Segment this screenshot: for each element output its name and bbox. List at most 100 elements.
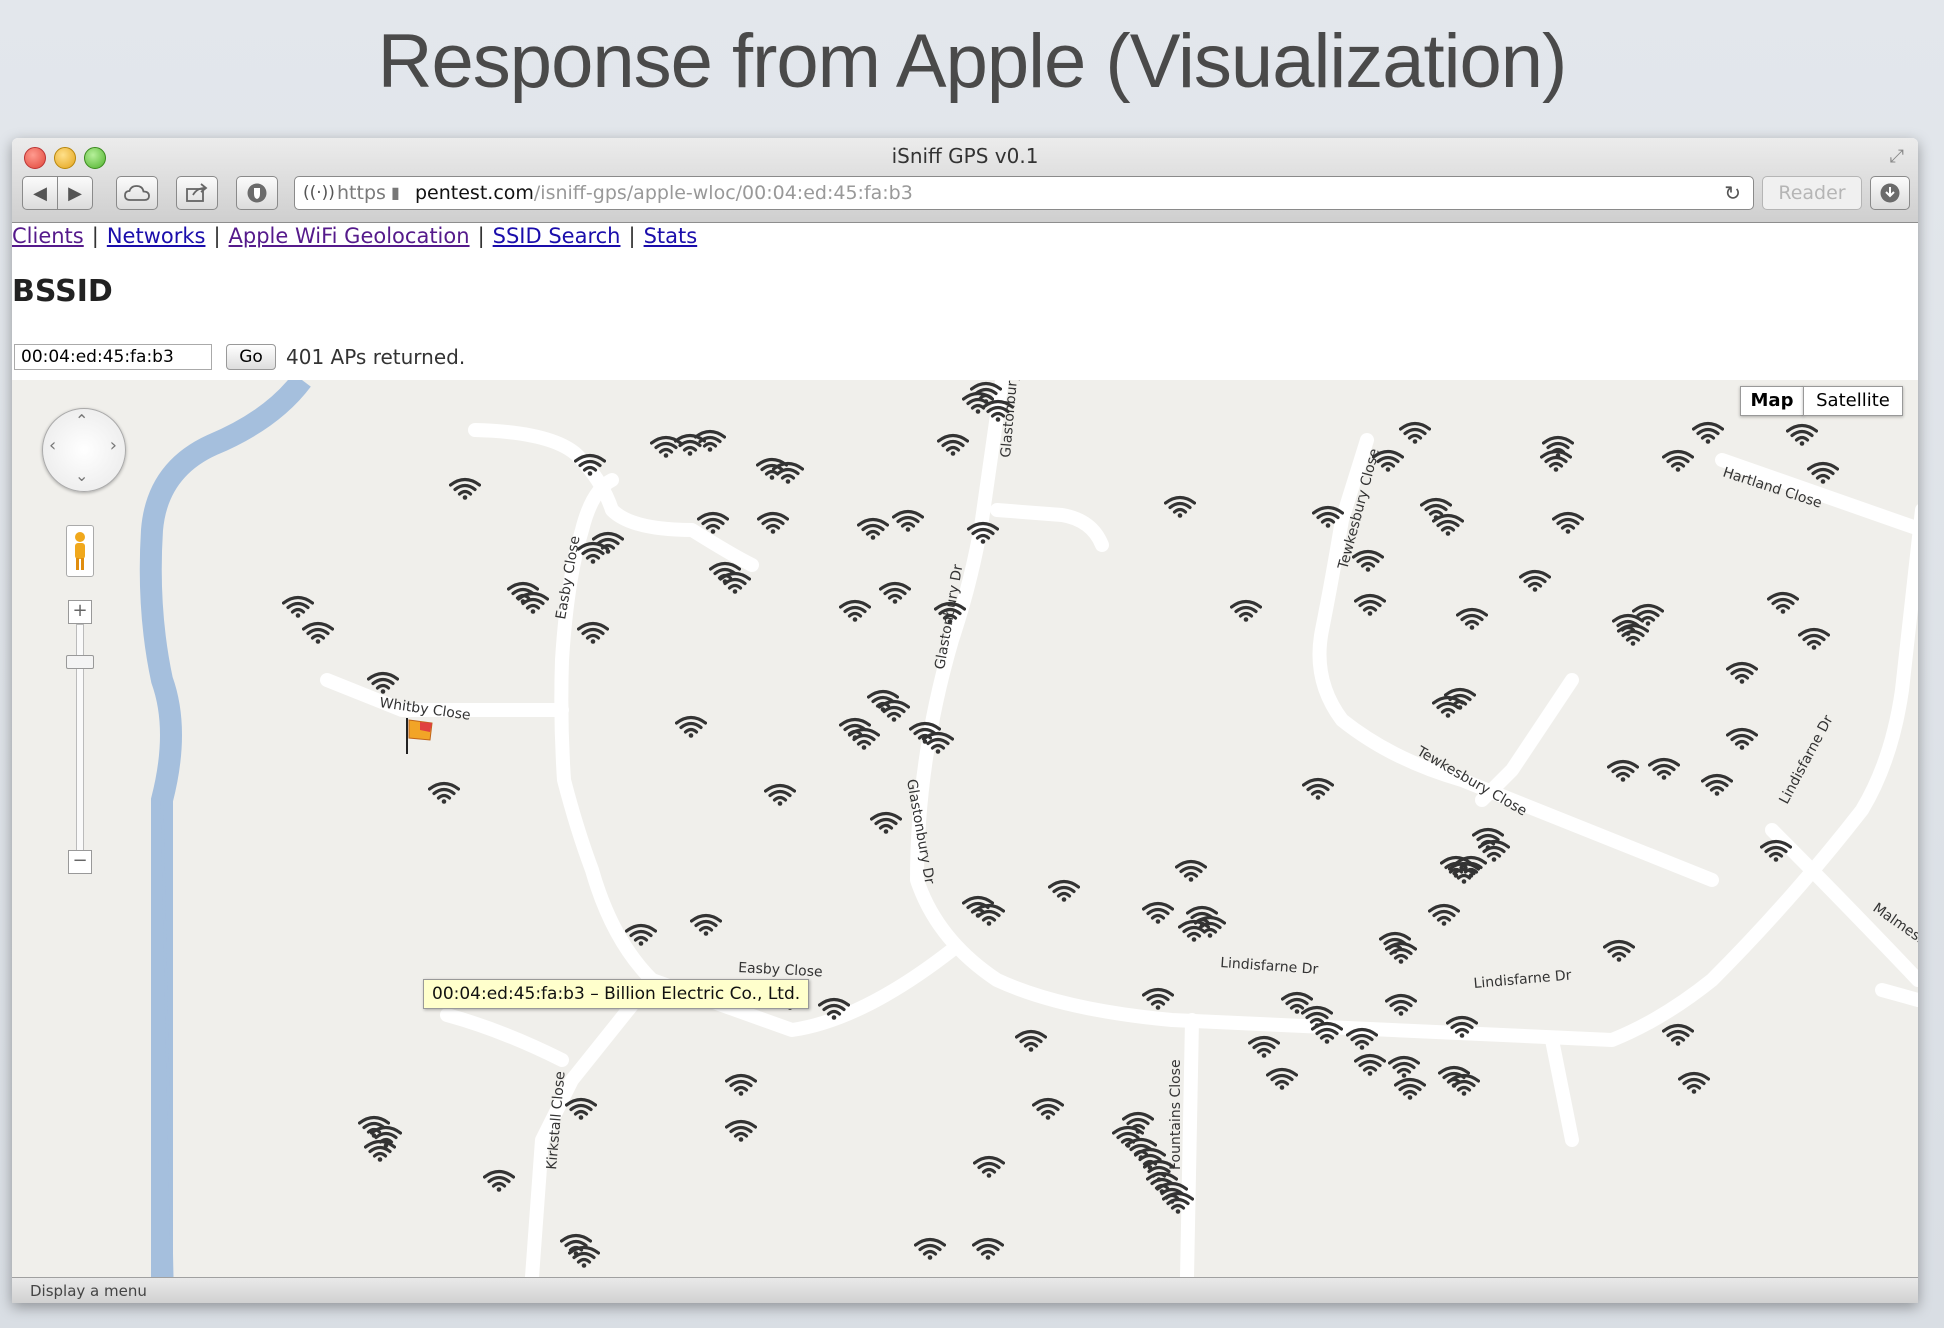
selected-ap-flag-icon[interactable] (406, 718, 433, 754)
wifi-ap-icon[interactable] (870, 811, 902, 834)
wifi-ap-icon[interactable] (428, 781, 460, 804)
wifi-ap-icon[interactable] (1175, 859, 1207, 882)
wifi-ap-icon[interactable] (1607, 759, 1639, 782)
wifi-ap-icon[interactable] (674, 433, 706, 456)
wifi-ap-icon[interactable] (449, 477, 481, 500)
wifi-ap-icon[interactable] (1032, 1097, 1064, 1120)
wifi-ap-icon[interactable] (973, 1155, 1005, 1178)
wifi-ap-icon[interactable] (719, 571, 751, 594)
map-type-satellite-button[interactable]: Satellite (1803, 386, 1903, 416)
wifi-ap-icon[interactable] (1456, 607, 1488, 630)
wifi-ap-icon[interactable] (1354, 1053, 1386, 1076)
wifi-ap-icon[interactable] (1786, 423, 1818, 446)
wifi-ap-icon[interactable] (1726, 661, 1758, 684)
address-bar[interactable]: ((·)) https ▮ pentest.com/isniff-gps/app… (294, 176, 1754, 210)
wifi-ap-icon[interactable] (1399, 421, 1431, 444)
wifi-ap-icon[interactable] (1760, 839, 1792, 862)
wifi-ap-icon[interactable] (577, 621, 609, 644)
wifi-ap-icon[interactable] (914, 1237, 946, 1260)
wifi-ap-icon[interactable] (1354, 593, 1386, 616)
wifi-ap-icon[interactable] (892, 509, 924, 532)
wifi-ap-icon[interactable] (1692, 421, 1724, 444)
zoom-out-button[interactable]: − (68, 850, 92, 874)
icloud-tabs-button[interactable] (116, 176, 158, 210)
wifi-ap-icon[interactable] (772, 461, 804, 484)
wifi-ap-icon[interactable] (725, 1119, 757, 1142)
wifi-ap-icon[interactable] (1302, 777, 1334, 800)
map-type-map-button[interactable]: Map (1740, 386, 1804, 416)
wifi-ap-icon[interactable] (972, 1237, 1004, 1260)
wifi-ap-icon[interactable] (694, 429, 726, 452)
wifi-ap-icon[interactable] (1352, 549, 1384, 572)
street-view-pegman-icon[interactable] (66, 525, 94, 577)
wifi-ap-icon[interactable] (848, 727, 880, 750)
pan-control[interactable]: ⌃ ‹ › ⌄ (42, 408, 126, 492)
pan-down-icon[interactable]: ⌄ (75, 466, 88, 485)
wifi-ap-icon[interactable] (370, 1125, 402, 1148)
wifi-ap-icon[interactable] (857, 517, 889, 540)
back-button[interactable]: ◀ (22, 176, 58, 210)
wifi-ap-icon[interactable] (1385, 993, 1417, 1016)
wifi-ap-icon[interactable] (1648, 757, 1680, 780)
wifi-ap-icon[interactable] (1603, 939, 1635, 962)
map-canvas[interactable]: Glastonbury Dr Glastonbury Dr Glastonbur… (12, 380, 1918, 1277)
go-button[interactable]: Go (226, 344, 276, 370)
nav-link-stats[interactable]: Stats (644, 224, 698, 248)
wifi-ap-icon[interactable] (1678, 1071, 1710, 1094)
wifi-ap-icon[interactable] (1552, 511, 1584, 534)
wifi-ap-icon[interactable] (879, 581, 911, 604)
wifi-ap-icon[interactable] (1798, 627, 1830, 650)
wifi-ap-icon[interactable] (675, 715, 707, 738)
wifi-ap-icon[interactable] (568, 1245, 600, 1268)
bssid-input[interactable] (14, 344, 212, 370)
wifi-ap-icon[interactable] (725, 1073, 757, 1096)
wifi-ap-icon[interactable] (937, 433, 969, 456)
zoom-in-button[interactable]: + (68, 600, 92, 624)
nav-link-clients[interactable]: Clients (12, 224, 84, 248)
reload-icon[interactable]: ↻ (1724, 177, 1741, 209)
pan-left-icon[interactable]: ‹ (49, 435, 56, 456)
wifi-ap-icon[interactable] (364, 1139, 396, 1162)
wifi-ap-icon[interactable] (1048, 879, 1080, 902)
pan-right-icon[interactable]: › (110, 435, 117, 456)
reader-button[interactable]: Reader (1762, 176, 1862, 210)
wifi-ap-icon[interactable] (1164, 495, 1196, 518)
wifi-ap-icon[interactable] (690, 913, 722, 936)
wifi-ap-icon[interactable] (282, 595, 314, 618)
wifi-ap-icon[interactable] (1767, 591, 1799, 614)
wifi-ap-icon[interactable] (1807, 461, 1839, 484)
wifi-ap-icon[interactable] (757, 511, 789, 534)
wifi-ap-icon[interactable] (1701, 773, 1733, 796)
wifi-ap-icon[interactable] (764, 783, 796, 806)
wifi-ap-icon[interactable] (1142, 987, 1174, 1010)
wifi-ap-icon[interactable] (302, 621, 334, 644)
wifi-ap-icon[interactable] (1388, 1055, 1420, 1078)
wifi-ap-icon[interactable] (1662, 449, 1694, 472)
downloads-button[interactable] (1870, 176, 1910, 210)
wifi-ap-icon[interactable] (1248, 1035, 1280, 1058)
zoom-slider-handle[interactable] (66, 655, 94, 669)
pan-up-icon[interactable]: ⌃ (75, 411, 88, 430)
nav-link-apple-wifi-geolocation[interactable]: Apple WiFi Geolocation (229, 224, 470, 248)
forward-button[interactable]: ▶ (57, 176, 93, 210)
wifi-ap-icon[interactable] (565, 1097, 597, 1120)
wifi-ap-icon[interactable] (1178, 919, 1210, 942)
map-view[interactable]: Glastonbury Dr Glastonbury Dr Glastonbur… (12, 380, 1918, 1277)
privacy-button[interactable] (236, 176, 278, 210)
wifi-ap-icon[interactable] (839, 599, 871, 622)
wifi-ap-icon[interactable] (1632, 603, 1664, 626)
wifi-ap-icon[interactable] (1432, 695, 1464, 718)
wifi-ap-icon[interactable] (1662, 1023, 1694, 1046)
wifi-ap-icon[interactable] (1428, 903, 1460, 926)
nav-link-ssid-search[interactable]: SSID Search (493, 224, 621, 248)
wifi-ap-icon[interactable] (1266, 1067, 1298, 1090)
wifi-ap-icon[interactable] (367, 671, 399, 694)
nav-link-networks[interactable]: Networks (107, 224, 206, 248)
wifi-ap-icon[interactable] (1230, 599, 1262, 622)
wifi-ap-icon[interactable] (1726, 727, 1758, 750)
wifi-ap-icon[interactable] (878, 699, 910, 722)
wifi-ap-icon[interactable] (517, 591, 549, 614)
wifi-ap-icon[interactable] (483, 1169, 515, 1192)
share-button[interactable] (176, 176, 218, 210)
wifi-ap-icon[interactable] (1394, 1077, 1426, 1100)
